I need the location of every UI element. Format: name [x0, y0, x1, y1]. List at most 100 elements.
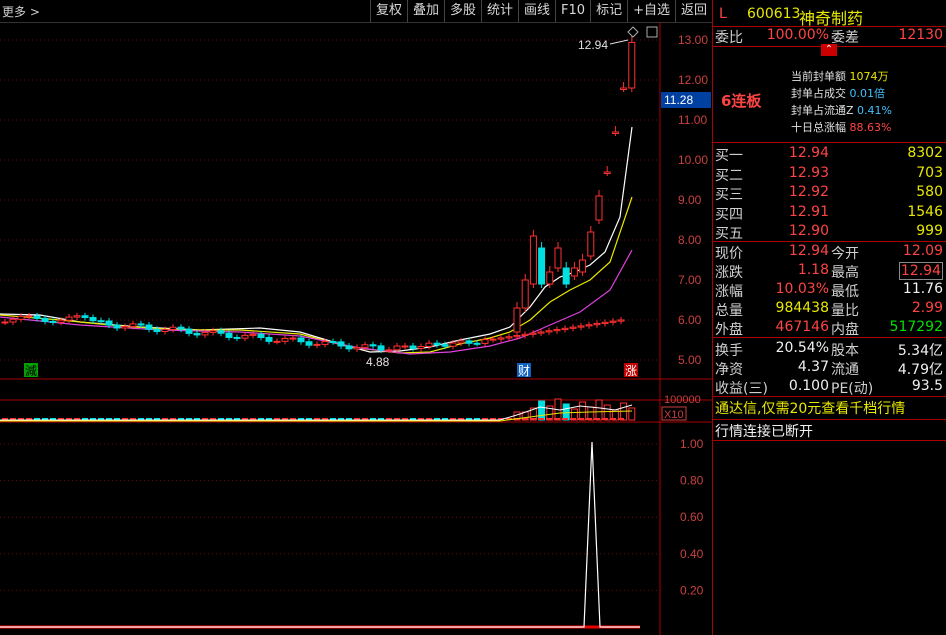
seal-label: 当前封单额	[791, 70, 846, 83]
seal-value: 88.63%	[849, 121, 892, 134]
fund-value: 0.100	[788, 378, 829, 394]
price-tick: 9.00	[678, 193, 702, 207]
candle-body	[385, 349, 393, 352]
candle-body	[121, 326, 129, 329]
candle-body	[225, 332, 233, 338]
candle-body	[353, 346, 361, 350]
more-link[interactable]: 更多 >	[2, 3, 40, 20]
candle-body	[209, 330, 217, 333]
add-watchlist-button[interactable]: +自选	[627, 0, 675, 22]
price-tick: 13.00	[678, 33, 708, 47]
price-gridlines	[0, 39, 660, 361]
quote-value: 467146	[775, 319, 829, 335]
candle-body	[601, 321, 609, 325]
quote-label: 量比	[831, 303, 859, 319]
fund-value: 4.37	[797, 359, 829, 375]
quote-value: 517292	[889, 319, 943, 335]
indicator-tick: 0.60	[680, 510, 704, 524]
candle-body	[497, 337, 505, 340]
candle-body	[473, 342, 481, 345]
candle-body	[185, 328, 193, 334]
high-arrow	[609, 39, 629, 45]
candle-body	[457, 340, 465, 344]
bid-row[interactable]: 买四 12.91 1546	[713, 204, 946, 223]
candle-body	[587, 231, 595, 257]
candle-body	[17, 315, 25, 320]
diamond-icon[interactable]	[627, 26, 639, 38]
candle-body	[241, 334, 249, 339]
bid-volume: 1546	[907, 203, 943, 220]
candle-body	[41, 317, 49, 322]
candle-body	[177, 326, 185, 330]
quote-label: 内盘	[831, 322, 859, 338]
reduce-marker[interactable]: 減	[25, 363, 37, 378]
bid-row[interactable]: 买三 12.92 580	[713, 184, 946, 203]
level2-ad[interactable]: 通达信,仅需20元查看千档行情	[715, 398, 905, 418]
candle-body	[249, 333, 257, 336]
overlay-button[interactable]: 叠加	[406, 0, 444, 22]
bid-row[interactable]: 买五 12.90 999	[713, 223, 946, 242]
candle-body	[193, 332, 201, 336]
candle-body	[401, 345, 409, 348]
candle-body	[562, 267, 570, 285]
candle-body	[161, 328, 169, 333]
bid-row[interactable]: 买二 12.93 703	[713, 165, 946, 184]
price-axis: 13.00 12.00 11.00 10.00 9.00 8.00 7.00 6.00 5.00	[678, 33, 708, 367]
back-button[interactable]: 返回	[674, 0, 712, 22]
weicha-value: 12130	[898, 27, 943, 43]
candle-body	[521, 333, 529, 337]
quote-value: 12.94	[788, 243, 829, 259]
seal-label: 封单占成交	[791, 87, 846, 100]
candle-body	[593, 323, 601, 326]
lianban-badge: 6连板	[721, 92, 762, 110]
candle-body	[329, 341, 337, 344]
statistics-button[interactable]: 统计	[481, 0, 518, 22]
indicator-gridlines	[0, 443, 660, 591]
candle-body	[554, 247, 562, 269]
candle-body	[553, 329, 561, 332]
quote-row: 涨幅 10.03% 最低 11.76	[713, 281, 946, 300]
bid-price: 12.93	[788, 164, 829, 181]
draw-line-button[interactable]: 画线	[518, 0, 555, 22]
restore-rights-button[interactable]: 复权	[369, 0, 407, 22]
candle-body	[489, 338, 497, 341]
candle-body	[65, 316, 73, 321]
fund-label: 净资	[715, 362, 743, 378]
seal-row-0: 当前封单额 1074万	[791, 68, 946, 85]
candle-body	[89, 316, 97, 322]
candle-body	[569, 326, 577, 329]
multi-stock-button[interactable]: 多股	[443, 0, 481, 22]
kline-chart[interactable]: 12.94 4.88 減 财 涨 13.00 12.00 11.00 10.00 9.0…	[0, 22, 712, 635]
fund-row: 收益(三) 0.100 PE(动) 93.5	[713, 378, 946, 397]
volume-bar	[538, 400, 546, 421]
quote-row: 现价 12.94 今开 12.09	[713, 243, 946, 262]
price-tick: 11.00	[678, 113, 707, 127]
quote-label: 今开	[831, 246, 859, 262]
quote-value: 12.94	[898, 262, 943, 280]
f10-button[interactable]: F10	[555, 0, 590, 22]
price-tick: 6.00	[678, 313, 702, 327]
seal-row-2: 封单占流通Z 0.41%	[791, 102, 946, 119]
candle-body	[505, 336, 513, 339]
candle-body	[345, 345, 353, 350]
mark-button[interactable]: 标记	[590, 0, 627, 22]
finance-marker[interactable]: 财	[518, 364, 530, 378]
candle-body	[97, 320, 105, 323]
price-tick: 12.00	[678, 73, 708, 87]
limit-up-marker[interactable]: 涨	[625, 363, 637, 378]
candle-body	[611, 131, 619, 134]
candle-body	[465, 340, 473, 344]
toolbar-buttons: 复权 叠加 多股 统计 画线 F10 标记 +自选 返回	[369, 0, 712, 22]
candle-body	[233, 336, 241, 339]
indicator-line	[0, 441, 640, 628]
volume-bar	[628, 407, 636, 421]
low-label: 4.88	[366, 355, 390, 369]
quote-row: 外盘 467146 内盘 517292	[713, 319, 946, 338]
candle-body	[546, 271, 554, 285]
candle-body	[595, 195, 603, 221]
bid-row[interactable]: 买一 12.94 8302	[713, 145, 946, 164]
candle-body	[105, 320, 113, 326]
quote-value: 2.99	[911, 300, 943, 316]
panel-toggle-icon[interactable]	[646, 26, 658, 38]
expand-icon[interactable]: ⌃	[821, 44, 837, 56]
